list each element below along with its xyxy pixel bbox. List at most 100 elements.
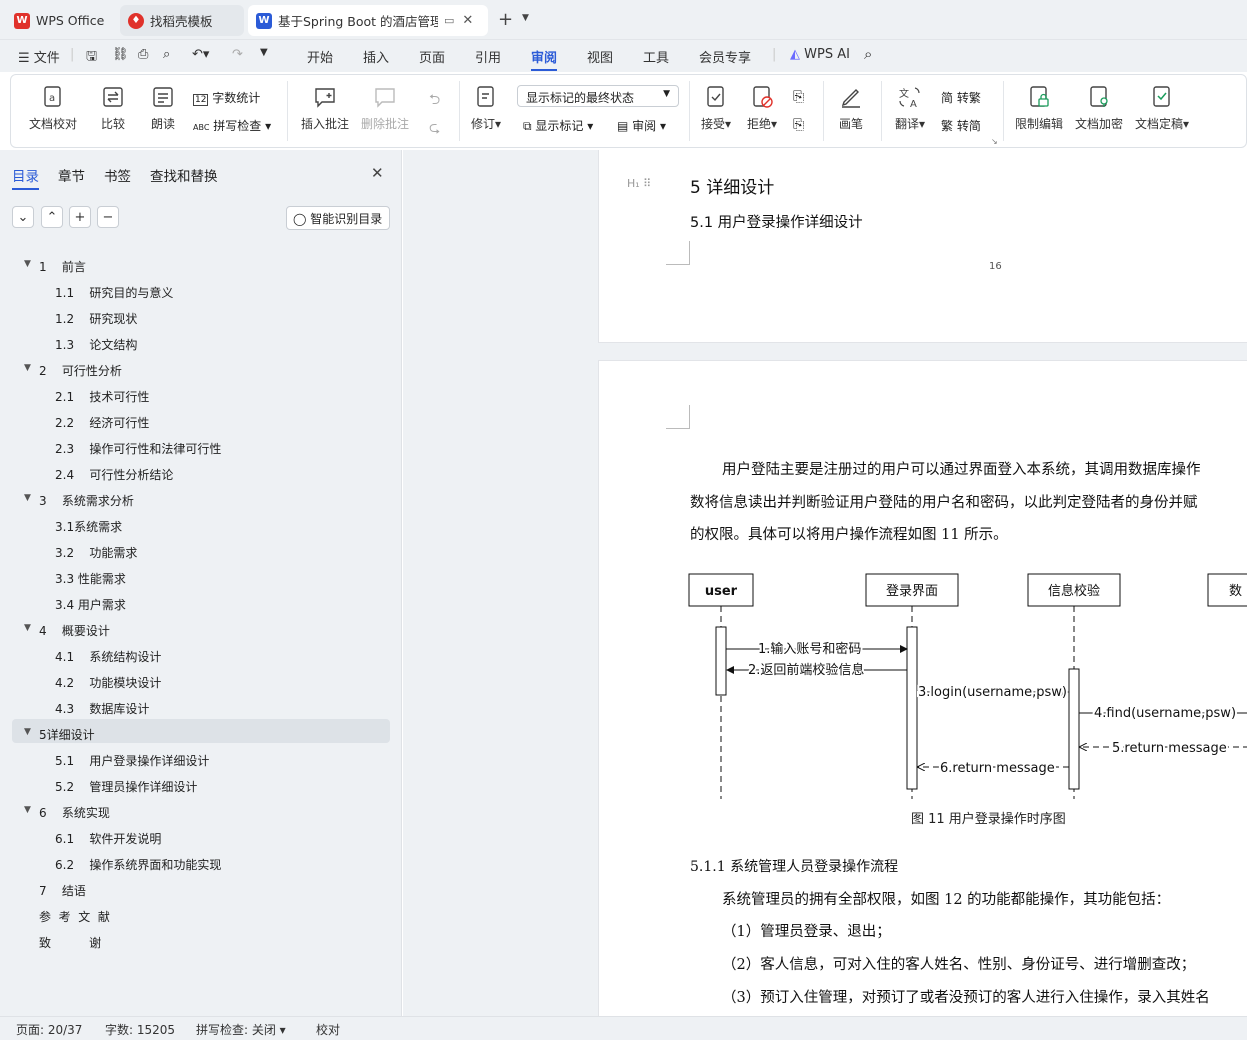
smart-toc-button[interactable]: ◯ 智能识别目录: [286, 206, 390, 230]
toc-item[interactable]: 3.2 功能需求: [55, 544, 137, 561]
chevron-down-icon[interactable]: ▼: [522, 13, 529, 23]
show-markup-button[interactable]: ⧉ 显示标记 ▾: [523, 117, 593, 134]
encrypt-button[interactable]: 文档加密: [1075, 85, 1123, 132]
tab-document[interactable]: W 基于Spring Boot 的酒店管理 ▭ ✕: [248, 5, 488, 36]
ink-button[interactable]: 画笔: [839, 85, 863, 132]
toc-item[interactable]: 2.4 可行性分析结论: [55, 466, 173, 483]
toc-item[interactable]: 6.2 操作系统界面和功能实现: [55, 856, 221, 873]
toc-item[interactable]: 2.3 操作可行性和法律可行性: [55, 440, 221, 457]
paragraph-line[interactable]: 系统管理员的拥有全部权限，如图 12 的功能都能操作，其功能包括：: [722, 888, 1170, 909]
next-comment-icon[interactable]: ⮎: [429, 117, 440, 141]
collapse-toggle-icon[interactable]: ▼: [24, 727, 31, 737]
collapse-all-icon[interactable]: ⌃: [41, 206, 63, 228]
heading-1[interactable]: 5 详细设计: [690, 173, 774, 198]
track-changes-button[interactable]: 修订▾: [471, 85, 501, 132]
tab-toc[interactable]: 目录: [12, 165, 39, 190]
print-preview-icon[interactable]: ⌕: [163, 47, 170, 62]
wps-ai-button[interactable]: ◭ WPS AI: [790, 47, 850, 62]
file-menu[interactable]: ☰ 文件: [18, 47, 60, 66]
list-item[interactable]: （2）客人信息，可对入住的客人姓名、性别、身份证号、进行增删查改；: [722, 953, 1195, 974]
link-icon[interactable]: ⛓: [112, 47, 129, 62]
new-tab-icon[interactable]: +: [498, 9, 513, 30]
undo-icon[interactable]: ↶▾: [192, 47, 209, 62]
paragraph-line[interactable]: 数将信息读出并判断验证用户登陆的用户名和密码，以此判定登陆者的身份并赋: [690, 491, 1198, 512]
menu-view[interactable]: 视图: [587, 47, 613, 66]
proofread-status[interactable]: 校对: [316, 1021, 340, 1038]
list-item[interactable]: （1）管理员登录、退出；: [722, 920, 891, 941]
delete-comment-button[interactable]: 删除批注: [361, 85, 409, 132]
restrict-editing-button[interactable]: 限制编辑: [1015, 85, 1063, 132]
collapse-toggle-icon[interactable]: ▼: [24, 623, 31, 633]
tab-sections[interactable]: 章节: [58, 165, 85, 185]
toc-item[interactable]: 2.2 经济可行性: [55, 414, 149, 431]
close-tab-icon[interactable]: ✕: [462, 13, 473, 28]
print-icon[interactable]: ⎙: [138, 47, 148, 62]
paragraph-line[interactable]: 用户登陆主要是注册过的用户可以通过界面登入本系统，其调用数据库操作: [722, 458, 1201, 479]
word-count-button[interactable]: 12 字数统计: [193, 89, 260, 106]
menu-page[interactable]: 页面: [419, 47, 445, 66]
collapse-toggle-icon[interactable]: ▼: [24, 805, 31, 815]
reject-button[interactable]: 拒绝▾: [747, 85, 777, 132]
toc-item[interactable]: 7 结语: [39, 882, 86, 899]
toc-item[interactable]: 参 考 文 献: [39, 908, 110, 925]
toc-item[interactable]: 2.1 技术可行性: [55, 388, 149, 405]
markup-state-select[interactable]: 显示标记的最终状态 ▼: [517, 85, 679, 107]
toc-item[interactable]: 1 前言: [39, 258, 86, 275]
tab-bookmarks[interactable]: 书签: [104, 165, 131, 185]
compare-button[interactable]: 比较: [101, 85, 125, 132]
toc-item[interactable]: 致 谢: [39, 934, 101, 951]
translate-button[interactable]: 文A 翻译▾: [895, 85, 925, 132]
toc-item[interactable]: 3.4 用户需求: [55, 596, 126, 613]
expand-group-icon[interactable]: ↘: [991, 137, 998, 146]
toc-item[interactable]: 4.3 数据库设计: [55, 700, 149, 717]
toc-item[interactable]: 3 系统需求分析: [39, 492, 134, 509]
finalize-button[interactable]: 文档定稿▾: [1135, 85, 1189, 132]
remove-heading-icon[interactable]: −: [97, 206, 119, 228]
page-indicator[interactable]: 页面: 20/37: [16, 1021, 82, 1038]
spell-check-status[interactable]: 拼写检查: 关闭 ▾: [196, 1021, 286, 1038]
menu-insert[interactable]: 插入: [363, 47, 389, 66]
prev-change-icon[interactable]: ⎘: [793, 89, 804, 105]
spell-check-button[interactable]: ABC 拼写检查 ▾: [193, 117, 271, 134]
menu-reference[interactable]: 引用: [475, 47, 501, 66]
list-item[interactable]: （3）预订入住管理，对预订了或者没预订的客人进行入住操作，录入其姓名: [722, 986, 1210, 1007]
proofread-button[interactable]: a 文档校对: [29, 85, 77, 132]
expand-all-icon[interactable]: ⌄: [12, 206, 34, 228]
menu-review[interactable]: 审阅: [531, 47, 558, 71]
menu-home[interactable]: 开始: [307, 47, 333, 66]
heading-marker-icon[interactable]: H₁ ⠿: [627, 177, 651, 190]
toc-item[interactable]: 3.1系统需求: [55, 518, 122, 535]
collapse-toggle-icon[interactable]: ▼: [24, 363, 31, 373]
toc-item[interactable]: 6.1 软件开发说明: [55, 830, 161, 847]
toc-item[interactable]: 1.1 研究目的与意义: [55, 284, 173, 301]
next-change-icon[interactable]: ⎘: [793, 117, 804, 133]
read-aloud-button[interactable]: 朗读: [151, 85, 175, 132]
toc-item[interactable]: 4.1 系统结构设计: [55, 648, 161, 665]
tab-docer[interactable]: ♦ 找稻壳模板: [120, 5, 244, 36]
menu-membership[interactable]: 会员专享: [699, 47, 751, 66]
to-traditional-button[interactable]: 简 转繁: [941, 89, 981, 106]
toc-item[interactable]: 5.1 用户登录操作详细设计: [55, 752, 209, 769]
insert-comment-button[interactable]: 插入批注: [301, 85, 349, 132]
paragraph-line[interactable]: 的权限。具体可以将用户操作流程如图 11 所示。: [690, 523, 1008, 544]
heading-3[interactable]: 5.1.1 系统管理人员登录操作流程: [690, 856, 898, 876]
add-heading-icon[interactable]: +: [69, 206, 91, 228]
tab-find-replace[interactable]: 查找和替换: [150, 165, 218, 185]
search-icon[interactable]: ⌕: [864, 45, 872, 63]
close-pane-icon[interactable]: ✕: [371, 164, 384, 182]
monitor-icon[interactable]: ▭: [444, 14, 454, 27]
toc-item[interactable]: 1.2 研究现状: [55, 310, 137, 327]
toc-item[interactable]: 5详细设计: [39, 726, 95, 743]
accept-button[interactable]: 接受▾: [701, 85, 731, 132]
to-simplified-button[interactable]: 繁 转简: [941, 117, 981, 134]
toc-item[interactable]: 4.2 功能模块设计: [55, 674, 161, 691]
sequence-diagram[interactable]: user 登录界面 信息校验 数 1.输入账号和密码 2.返回前端校验信息 3.…: [684, 569, 1247, 809]
toc-item[interactable]: 3.3 性能需求: [55, 570, 126, 587]
heading-2[interactable]: 5.1 用户登录操作详细设计: [690, 211, 863, 232]
save-icon[interactable]: 🖫: [86, 47, 97, 69]
redo-icon[interactable]: ↷: [232, 47, 243, 62]
collapse-toggle-icon[interactable]: ▼: [24, 259, 31, 269]
toc-item[interactable]: 2 可行性分析: [39, 362, 122, 379]
toc-item[interactable]: 1.3 论文结构: [55, 336, 137, 353]
toc-item[interactable]: 5.2 管理员操作详细设计: [55, 778, 197, 795]
